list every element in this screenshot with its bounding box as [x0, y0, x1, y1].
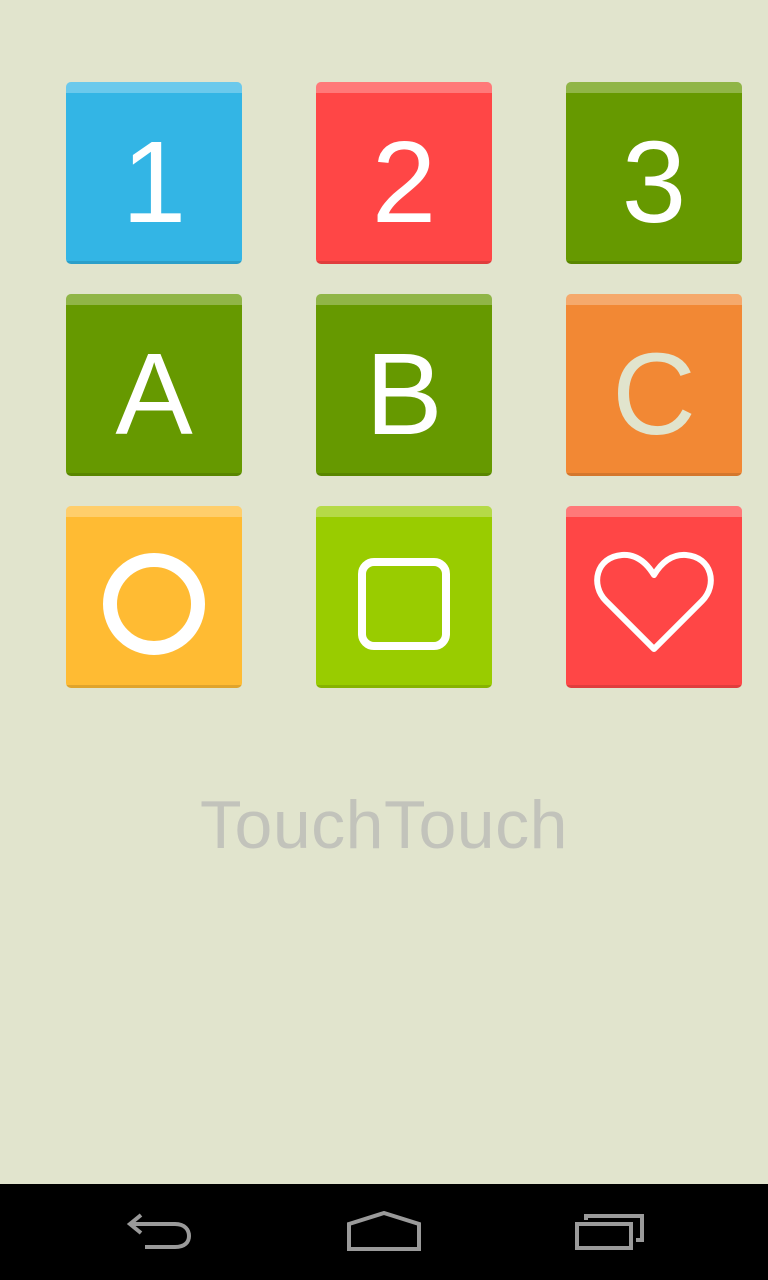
tile-1[interactable]: 1 [66, 82, 242, 264]
heart-icon [594, 551, 714, 652]
recents-button[interactable] [550, 1202, 670, 1262]
navigation-bar [0, 1184, 768, 1280]
tile-label: B [365, 329, 443, 459]
tile-circle[interactable] [66, 506, 242, 688]
tile-heart[interactable] [566, 506, 742, 688]
tile-label: 2 [371, 117, 437, 247]
recents-icon [575, 1214, 644, 1250]
tile-label: C [612, 329, 696, 459]
tile-label: A [115, 329, 193, 459]
app-name-label: TouchTouch [200, 787, 568, 863]
circle-icon [103, 553, 205, 655]
tile-label: 1 [121, 117, 187, 247]
tile-c[interactable]: C [566, 294, 742, 476]
square-icon [358, 558, 450, 650]
tile-label: 3 [621, 117, 687, 247]
back-button[interactable] [100, 1202, 220, 1262]
tile-2[interactable]: 2 [316, 82, 492, 264]
tile-a[interactable]: A [66, 294, 242, 476]
home-icon [347, 1211, 421, 1251]
tile-3[interactable]: 3 [566, 82, 742, 264]
home-button[interactable] [324, 1202, 444, 1262]
back-icon [126, 1213, 192, 1249]
tile-square[interactable] [316, 506, 492, 688]
tile-b[interactable]: B [316, 294, 492, 476]
